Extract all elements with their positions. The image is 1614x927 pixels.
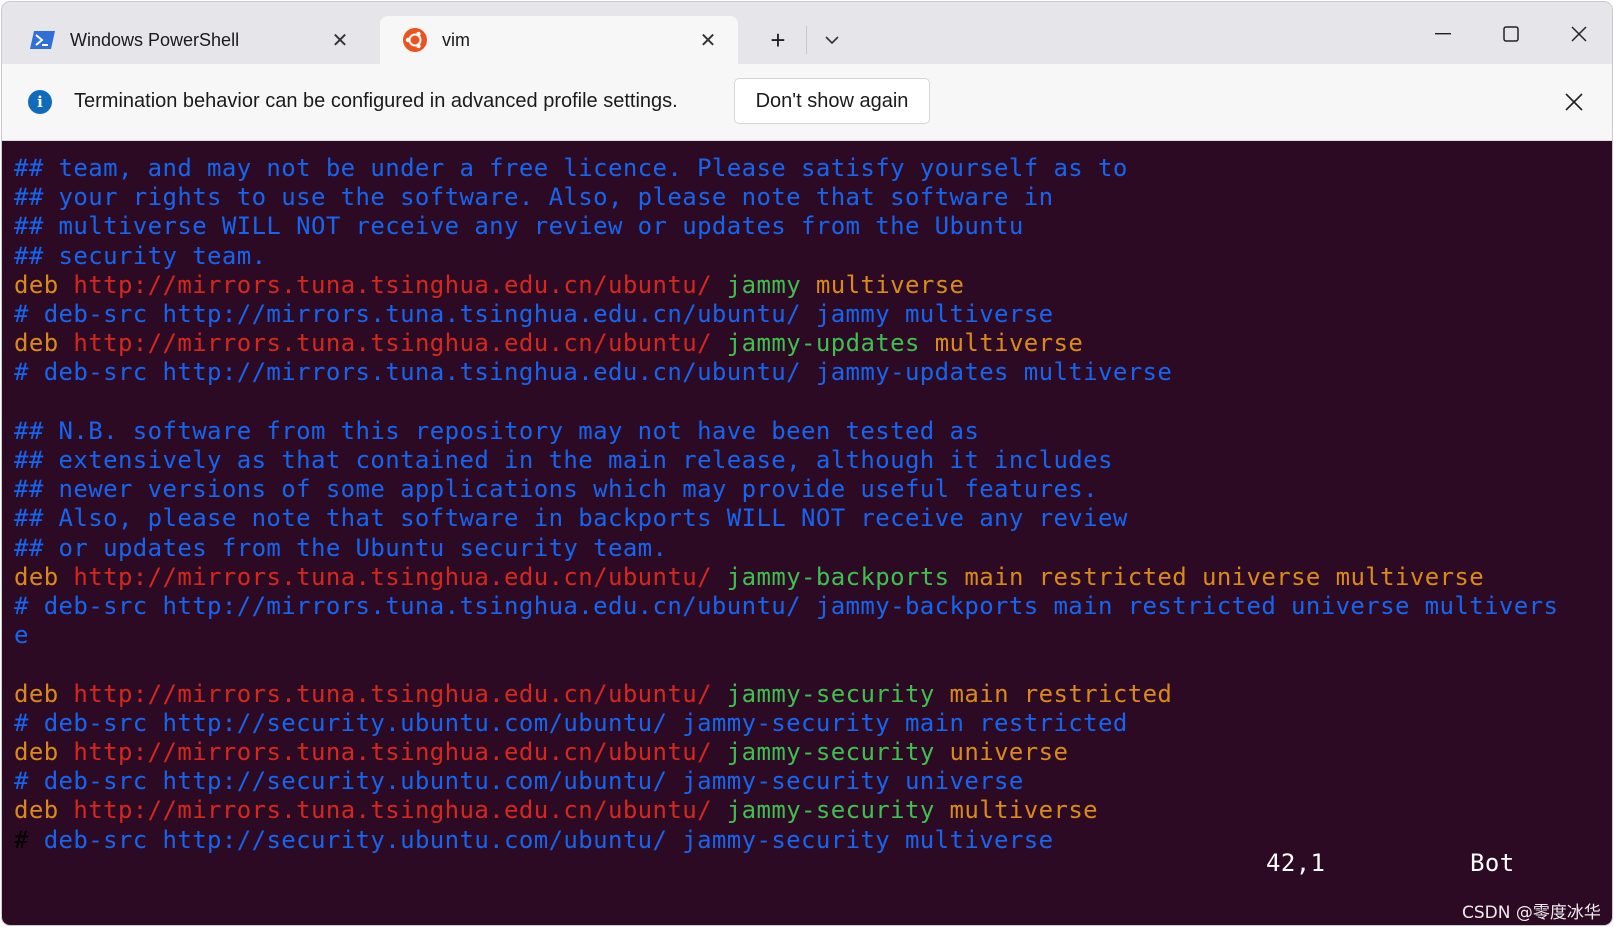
text-segment	[712, 796, 727, 824]
terminal-line: ## team, and may not be under a free lic…	[14, 153, 1128, 183]
title-bar: Windows PowerShell ✕ vim ✕ +	[2, 2, 1612, 64]
terminal-line: deb http://mirrors.tuna.tsinghua.edu.cn/…	[14, 795, 1098, 825]
tab-separator	[806, 26, 807, 54]
terminal-line: # deb-src http://mirrors.tuna.tsinghua.e…	[14, 591, 1558, 621]
text-segment	[712, 271, 727, 299]
close-tab-icon[interactable]: ✕	[326, 28, 354, 53]
text-segment: jammy-updates	[726, 329, 920, 358]
terminal-line: deb http://mirrors.tuna.tsinghua.edu.cn/…	[14, 679, 1172, 709]
text-segment: deb	[14, 796, 74, 825]
terminal-line: ## newer versions of some applications w…	[14, 474, 1098, 504]
text-segment	[712, 563, 727, 591]
terminal-viewport[interactable]: 42,1 Bot ## team, and may not be under a…	[2, 141, 1612, 925]
text-segment	[712, 329, 727, 357]
powershell-icon	[30, 27, 56, 53]
terminal-line: e	[14, 620, 29, 650]
text-segment: ## Also, please note that software in ba…	[14, 504, 1128, 533]
text-segment: http://mirrors.tuna.tsinghua.edu.cn/ubun…	[73, 270, 712, 299]
text-segment: ## or updates from the Ubuntu security t…	[14, 533, 668, 562]
terminal-line: # deb-src http://security.ubuntu.com/ubu…	[14, 825, 1053, 855]
terminal-line: ## extensively as that contained in the …	[14, 445, 1113, 475]
text-segment: ## newer versions of some applications w…	[14, 475, 1098, 504]
terminal-line: deb http://mirrors.tuna.tsinghua.edu.cn/…	[14, 562, 1484, 592]
new-tab-button[interactable]: +	[758, 22, 798, 58]
text-segment: deb	[14, 329, 74, 358]
terminal-line: ## multiverse WILL NOT receive any revie…	[14, 211, 1024, 241]
text-segment: deb	[14, 738, 74, 766]
text-segment: jammy-security	[726, 796, 935, 825]
text-segment: jammy-security	[726, 738, 935, 766]
text-segment: # deb-src http://mirrors.tuna.tsinghua.e…	[14, 592, 1559, 620]
info-message: Termination behavior can be configured i…	[74, 90, 678, 112]
tab-title: Windows PowerShell	[70, 29, 240, 50]
text-segment: e	[14, 621, 29, 650]
terminal-line: ## N.B. software from this repository ma…	[14, 416, 979, 446]
text-segment: jammy-security	[726, 679, 935, 708]
text-segment: multiverse	[934, 796, 1099, 825]
text-segment: http://mirrors.tuna.tsinghua.edu.cn/ubun…	[73, 329, 712, 358]
text-segment: # deb-src http://mirrors.tuna.tsinghua.e…	[14, 300, 1054, 328]
text-segment: # deb-src http://mirrors.tuna.tsinghua.e…	[14, 358, 1173, 387]
text-segment: multiverse	[801, 270, 965, 299]
text-segment: main restricted	[934, 679, 1173, 708]
info-icon: i	[28, 90, 52, 114]
close-icon[interactable]	[1556, 16, 1602, 52]
terminal-line: deb http://mirrors.tuna.tsinghua.edu.cn/…	[14, 270, 964, 300]
tab-title: vim	[442, 29, 470, 50]
text-segment: ## extensively as that contained in the …	[14, 446, 1113, 474]
text-segment: ## N.B. software from this repository ma…	[14, 416, 980, 445]
text-segment: # deb-src http://security.ubuntu.com/ubu…	[14, 708, 1128, 737]
ubuntu-icon	[402, 27, 428, 53]
close-icon[interactable]	[1560, 88, 1588, 116]
text-segment: http://mirrors.tuna.tsinghua.edu.cn/ubun…	[73, 796, 712, 825]
terminal-line: # deb-src http://mirrors.tuna.tsinghua.e…	[14, 357, 1172, 387]
terminal-line: # deb-src http://security.ubuntu.com/ubu…	[14, 766, 1024, 796]
text-segment	[712, 680, 727, 708]
cursor-position: 42,1	[1266, 849, 1326, 877]
info-bar: i Termination behavior can be configured…	[2, 64, 1612, 141]
text-segment: http://mirrors.tuna.tsinghua.edu.cn/ubun…	[73, 738, 712, 766]
text-segment: deb	[14, 562, 74, 591]
terminal-line: # deb-src http://security.ubuntu.com/ubu…	[14, 708, 1128, 738]
terminal-line: ## your rights to use the software. Also…	[14, 182, 1053, 212]
minimize-icon[interactable]	[1420, 16, 1466, 52]
maximize-icon[interactable]	[1488, 16, 1534, 52]
close-tab-icon[interactable]: ✕	[694, 28, 722, 53]
chevron-down-icon[interactable]	[814, 22, 850, 58]
text-segment: # deb-src http://security.ubuntu.com/ubu…	[14, 767, 1024, 796]
terminal-line: ## Also, please note that software in ba…	[14, 503, 1128, 533]
terminal-line: # deb-src http://mirrors.tuna.tsinghua.e…	[14, 299, 1053, 329]
text-segment: jammy	[726, 270, 802, 299]
terminal-line: ## or updates from the Ubuntu security t…	[14, 533, 667, 563]
text-segment: deb	[14, 679, 74, 708]
text-segment: jammy-backports	[726, 562, 950, 591]
text-segment: main restricted universe multiverse	[949, 562, 1485, 591]
text-segment: deb-src http://security.ubuntu.com/ubunt…	[28, 825, 1054, 854]
text-segment: http://mirrors.tuna.tsinghua.edu.cn/ubun…	[73, 679, 712, 708]
text-segment	[712, 738, 727, 766]
terminal-line: ## security team.	[14, 241, 266, 271]
terminal-line: deb http://mirrors.tuna.tsinghua.edu.cn/…	[14, 737, 1068, 767]
text-segment: universe	[934, 738, 1069, 766]
watermark: CSDN @零度冰华	[1462, 903, 1601, 923]
terminal-line: deb http://mirrors.tuna.tsinghua.edu.cn/…	[14, 328, 1083, 358]
text-segment: ## team, and may not be under a free lic…	[14, 154, 1128, 182]
text-segment: ## multiverse WILL NOT receive any revie…	[14, 212, 1024, 241]
tab-vim[interactable]: vim ✕	[380, 16, 738, 64]
text-segment: multiverse	[919, 329, 1084, 358]
text-segment: ## your rights to use the software. Also…	[14, 183, 1054, 212]
text-cursor: #	[14, 825, 29, 854]
text-segment: ## security team.	[14, 241, 267, 270]
text-segment: http://mirrors.tuna.tsinghua.edu.cn/ubun…	[73, 562, 712, 591]
scroll-indicator: Bot	[1470, 849, 1515, 877]
dont-show-again-button[interactable]: Don't show again	[734, 78, 930, 124]
text-segment: deb	[14, 270, 74, 299]
tab-powershell[interactable]: Windows PowerShell ✕	[10, 16, 370, 64]
terminal-window: Windows PowerShell ✕ vim ✕ + i Terminati…	[2, 2, 1612, 925]
